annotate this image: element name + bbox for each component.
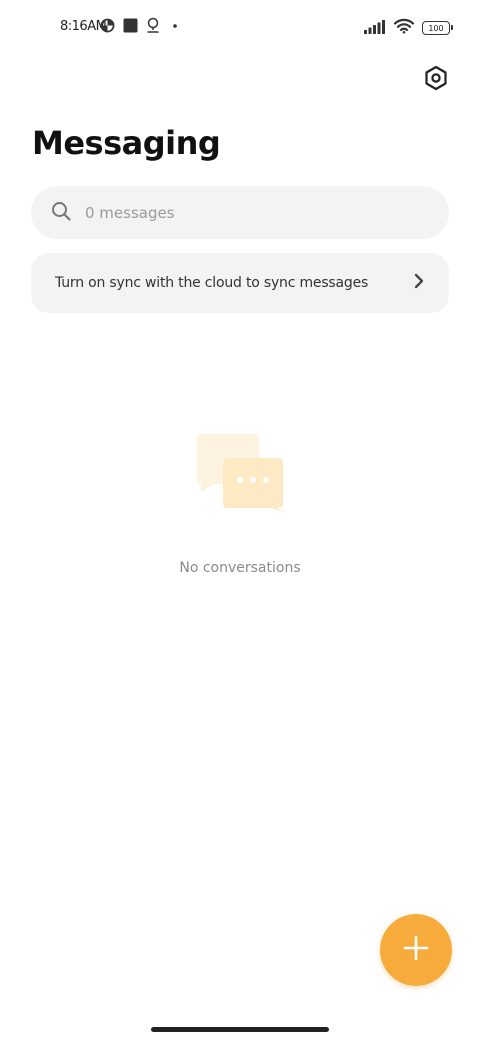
chevron-right-icon	[413, 273, 425, 293]
square-notification-icon	[123, 18, 138, 37]
sync-banner-label: Turn on sync with the cloud to sync mess…	[55, 275, 369, 291]
home-indicator[interactable]	[151, 1027, 329, 1032]
battery-icon: 100	[422, 21, 453, 35]
status-bar: 8:16AM 100	[0, 0, 480, 56]
location-icon	[146, 17, 160, 37]
status-system-icons: 100	[364, 18, 453, 38]
signal-icon	[364, 19, 386, 38]
wifi-icon	[393, 18, 415, 38]
settings-icon	[423, 65, 449, 95]
plus-icon	[402, 934, 430, 966]
chat-bubbles-icon	[195, 432, 287, 514]
settings-button[interactable]	[420, 64, 452, 96]
search-bar[interactable]	[31, 186, 449, 239]
new-message-button[interactable]	[380, 914, 452, 986]
sync-banner[interactable]: Turn on sync with the cloud to sync mess…	[31, 253, 449, 313]
search-input[interactable]	[83, 202, 417, 223]
search-icon	[51, 201, 71, 225]
dot-icon	[168, 18, 182, 37]
status-notification-icons	[100, 17, 182, 37]
page-title: Messaging	[32, 124, 221, 162]
data-saver-icon	[100, 18, 115, 37]
battery-level: 100	[428, 23, 444, 33]
empty-state-label: No conversations	[179, 560, 301, 576]
